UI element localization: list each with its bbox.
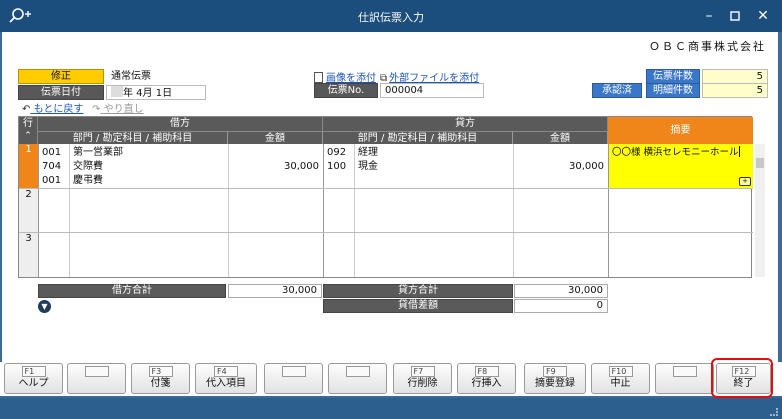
debit-header: 借方 [38,117,323,131]
voucher-no-label: 伝票No. [314,83,378,98]
undo-link[interactable]: ↶ もとに戻す [22,100,83,115]
mode-badge: 修正 [18,69,104,84]
scroll-thumb[interactable] [756,158,764,168]
f1-help-button[interactable]: F1 ヘルプ [4,363,63,394]
company-name: ＯＢＣ商事株式会社 [649,40,766,53]
credit-account-name: 現金 [358,161,378,172]
debit-total-label: 借方合計 [38,284,226,298]
summary-field[interactable]: 〇〇様 横浜セレモニーホール [609,144,753,188]
grid-scrollbar[interactable] [755,144,765,277]
f12-highlight-ring [711,358,773,398]
debit-sub-name: 慶弔費 [73,175,103,186]
approval-badge: 承認済 [592,83,642,98]
f8-insert-row-button[interactable]: F8 行挿入 [457,363,516,394]
detail-count-value: 5 [702,83,768,98]
voucher-count-value: 5 [702,69,768,84]
debit-amount-header: 金額 [228,131,323,144]
resize-grip-icon[interactable] [770,408,778,416]
credit-total-value: 30,000 [514,284,608,298]
redo-link[interactable]: ↷ やり直し [92,100,144,115]
function-key-bar: F1 ヘルプ F3 付箋 F4 代入項目 F7 行削除 F8 行挿入 F9 摘要登録 F10… [0,362,782,396]
row-header[interactable]: 行 ⌃ [19,117,38,144]
debit-account-header: 部門 / 勘定科目 / 補助科目 [38,131,228,144]
date-label: 伝票日付 [18,85,104,100]
f5-button[interactable] [264,363,323,394]
document-icon [314,72,323,83]
redo-icon: ↷ [92,104,101,115]
credit-dept-code[interactable]: 092 [327,146,346,159]
main-panel: ＯＢＣ商事株式会社 修正 通常伝票 伝票日付 年 4月 1日 ↶ もとに戻す ↷… [2,32,778,362]
debit-account-code[interactable]: 704 [42,160,61,173]
attach-image-link[interactable]: 画像を添付 [314,69,376,84]
credit-amount[interactable]: 30,000 [513,160,604,173]
f11-button[interactable] [655,363,714,394]
status-bar [0,398,782,419]
title-bar: 仕訳伝票入力 – ✕ [0,0,782,32]
f3-sticky-note-button[interactable]: F3 付箋 [131,363,190,394]
difference-value: 0 [514,299,608,313]
difference-label: 貸借差額 [323,299,513,313]
detail-count-label: 明細件数 [646,83,700,98]
close-icon[interactable]: ✕ [752,6,774,26]
window-title: 仕訳伝票入力 [358,11,424,24]
f7-delete-row-button[interactable]: F7 行削除 [393,363,452,394]
attach-file-link[interactable]: ⧉ 外部ファイルを添付 [380,69,479,84]
sort-caret-icon: ⌃ [24,131,32,141]
debit-total-value: 30,000 [228,284,322,298]
credit-account-header: 部門 / 勘定科目 / 補助科目 [323,131,513,144]
row-number: 3 [19,233,38,277]
f10-cancel-button[interactable]: F10 中止 [591,363,650,394]
credit-header: 貸方 [323,117,608,131]
undo-icon: ↶ [22,104,31,115]
debit-dept-code[interactable]: 001 [42,146,61,159]
summary-header: 摘要 [608,117,753,144]
f4-substitute-item-button[interactable]: F4 代入項目 [195,363,257,394]
credit-amount-header: 金額 [513,131,608,144]
f2-button[interactable] [67,363,126,394]
f6-button[interactable] [328,363,387,394]
voucher-type[interactable]: 通常伝票 [106,69,204,84]
voucher-no-field[interactable]: 000004 [380,83,484,98]
debit-dept-name: 第一営業部 [73,147,123,158]
comment-icon[interactable]: + [739,177,751,186]
voucher-count-label: 伝票件数 [646,69,700,84]
debit-account-name: 交際費 [73,161,103,172]
minimize-icon[interactable]: – [698,6,720,26]
credit-dept-name: 経理 [358,147,378,158]
journal-grid: 行 ⌃ 借方 貸方 部門 / 勘定科目 / 補助科目 金額 部門 / 勘定科目 … [18,116,765,278]
era-box [111,86,123,97]
f9-register-summary-button[interactable]: F9 摘要登録 [524,363,586,394]
row-number: 1 [19,144,38,188]
date-value: 年 4月 1日 [123,88,173,99]
debit-sub-code[interactable]: 001 [42,174,61,187]
maximize-icon[interactable] [724,6,746,26]
row-number: 2 [19,189,38,232]
credit-total-label: 貸方合計 [323,284,513,298]
credit-account-code[interactable]: 100 [327,160,346,173]
debit-amount[interactable]: 30,000 [228,160,319,173]
date-field[interactable]: 年 4月 1日 [106,85,206,100]
expand-chevron-icon[interactable]: ▼ [38,300,51,313]
